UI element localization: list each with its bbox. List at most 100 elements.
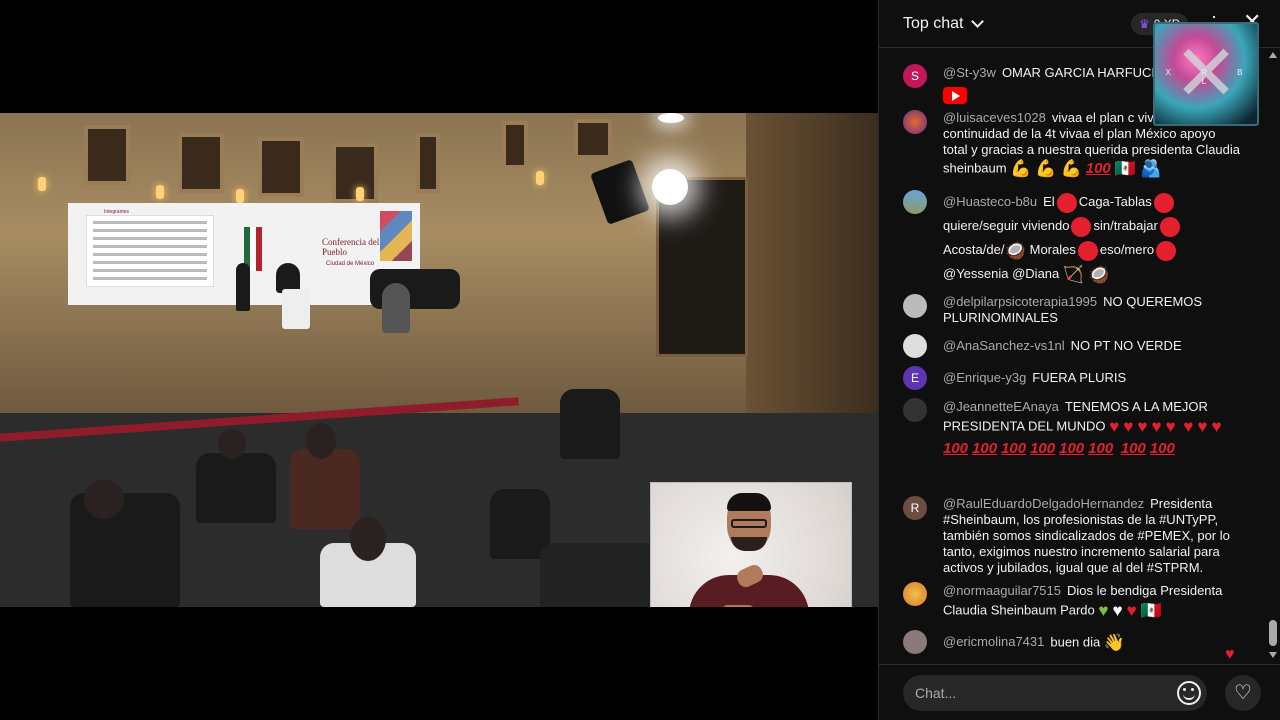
interpreter-hand: [721, 605, 755, 607]
red-circle-icon: [1056, 192, 1077, 213]
red-circle-icon: [1156, 240, 1177, 261]
chat-scrollbar[interactable]: [1267, 48, 1279, 664]
chat-mode-selector[interactable]: Top chat: [903, 15, 985, 33]
message-part: eso/mero: [1099, 242, 1155, 257]
hundred-points-icon: 100: [1149, 440, 1175, 457]
scroll-up-arrow-icon[interactable]: [1269, 52, 1277, 58]
scroll-down-arrow-icon[interactable]: [1269, 652, 1277, 658]
audience-head: [218, 429, 246, 459]
bow-and-arrow-icon: 🏹: [1062, 264, 1085, 284]
message-author[interactable]: @Huasteco-b8u: [943, 194, 1037, 209]
person-standing: [236, 263, 250, 311]
window: [258, 137, 304, 197]
wall-lamp: [38, 177, 46, 191]
window: [574, 119, 612, 159]
message-text: buen dia: [1050, 634, 1101, 650]
people-hugging-icon: 🫂: [1139, 159, 1162, 178]
message-part: Morales: [1029, 242, 1076, 257]
window: [502, 121, 528, 169]
hundred-points-icon: 100: [943, 440, 969, 457]
message-part: @Yessenia @Diana: [943, 266, 1060, 281]
hundred-points-icon: 100: [1030, 440, 1056, 457]
video-frame[interactable]: Integrantes Conferencia del Pueblo Ciuda…: [0, 113, 878, 607]
crest-logo: [380, 211, 412, 261]
message-author[interactable]: @ericmolina7431: [943, 634, 1044, 649]
window: [84, 125, 130, 185]
mexico-flag-icon: 🇲🇽: [1114, 159, 1136, 178]
audience-head: [306, 423, 336, 459]
floating-heart-icon: ♥: [1225, 646, 1235, 663]
channel-logo-overlay: ✕ X R B L: [1153, 22, 1259, 126]
banner-text-block: [86, 215, 214, 287]
camera-operator: [382, 283, 410, 333]
message-author[interactable]: @RaulEduardoDelgadoHernandez: [943, 496, 1144, 511]
podium: [282, 289, 310, 329]
coconut-icon: 🥥: [1004, 240, 1026, 260]
speaker-box: [490, 489, 550, 559]
message-part: Caga-Tablas: [1078, 194, 1152, 209]
flexed-biceps-icon: 💪: [1010, 159, 1032, 178]
avatar[interactable]: E: [903, 366, 927, 390]
message-author[interactable]: @AnaSanchez-vs1nl: [943, 338, 1065, 353]
window: [178, 133, 224, 193]
chevron-down-icon: [971, 15, 985, 28]
waving-hand-icon: 👋: [1103, 633, 1126, 652]
avatar[interactable]: S: [903, 64, 927, 88]
video-player[interactable]: Integrantes Conferencia del Pueblo Ciuda…: [0, 0, 878, 720]
avatar[interactable]: [903, 582, 927, 606]
message-author[interactable]: @delpilarpsicoterapia1995: [943, 294, 1097, 309]
red-circle-icon: [1077, 240, 1098, 261]
message-author[interactable]: @Enrique-y3g: [943, 370, 1026, 385]
right-wall: [746, 113, 878, 413]
banner-subtitle: Ciudad de México: [326, 261, 375, 267]
heart-reaction-button[interactable]: ♡: [1225, 675, 1261, 711]
avatar[interactable]: [903, 190, 927, 214]
crown-icon: ♛: [1139, 17, 1150, 31]
banner-title: Conferencia del Pueblo: [322, 237, 380, 257]
avatar[interactable]: [903, 110, 927, 134]
message-author[interactable]: @normaaguilar7515: [943, 583, 1061, 598]
audience-member: [196, 453, 276, 523]
heart-emoji-icon: ♥: [1109, 417, 1120, 436]
emoji-smile-icon[interactable]: [1177, 681, 1201, 705]
audience-head: [84, 479, 124, 519]
audience-member: [560, 389, 620, 459]
hundred-points-icon: 100: [972, 440, 998, 457]
message-author[interactable]: @St-y3w: [943, 65, 996, 80]
audience-head: [350, 517, 386, 561]
green-heart-icon: ♥: [1098, 601, 1109, 620]
message-part: sin/trabajar: [1093, 218, 1158, 233]
heart-emoji-icon: ♥: [1165, 417, 1176, 436]
interpreter-beard: [731, 537, 767, 551]
avatar[interactable]: R: [903, 496, 927, 520]
avatar[interactable]: [903, 630, 927, 654]
message-author[interactable]: @luisaceves1028: [943, 110, 1046, 125]
hundred-points-icon: 100: [1001, 440, 1027, 457]
chat-input[interactable]: [903, 675, 1207, 711]
red-circle-icon: [1153, 192, 1174, 213]
hundred-points-icon: 100: [1059, 440, 1085, 457]
flexed-biceps-icon: 💪: [1060, 159, 1082, 178]
hundred-points-icon: 100: [1088, 440, 1114, 457]
studio-light: [652, 169, 688, 205]
heart-emoji-icon: ♥: [1197, 417, 1208, 436]
message-text: OMAR GARCIA HARFUCH: [1001, 65, 1161, 80]
wall-lamp: [356, 187, 364, 201]
window: [332, 143, 378, 203]
chat-messages[interactable]: S @St-y3w OMAR GARCIA HARFUCH @luisaceves…: [879, 48, 1269, 664]
message-text: NO PT NO VERDE: [1070, 338, 1182, 353]
window: [416, 133, 440, 193]
avatar[interactable]: [903, 294, 927, 318]
hundred-points-icon: 100: [1120, 440, 1146, 457]
wall-lamp: [156, 185, 164, 199]
red-heart-icon: ♥: [1126, 601, 1137, 620]
red-circle-icon: [1071, 216, 1092, 237]
message-author[interactable]: @JeannetteEAnaya: [943, 399, 1059, 414]
flexed-biceps-icon: 💪: [1035, 159, 1057, 178]
avatar[interactable]: [903, 334, 927, 358]
message-text: FUERA PLURIS: [1032, 370, 1127, 385]
avatar[interactable]: [903, 398, 927, 422]
heart-emoji-icon: ♥: [1137, 417, 1148, 436]
scroll-thumb[interactable]: [1269, 620, 1277, 646]
coconut-icon: 🥥: [1088, 264, 1110, 284]
